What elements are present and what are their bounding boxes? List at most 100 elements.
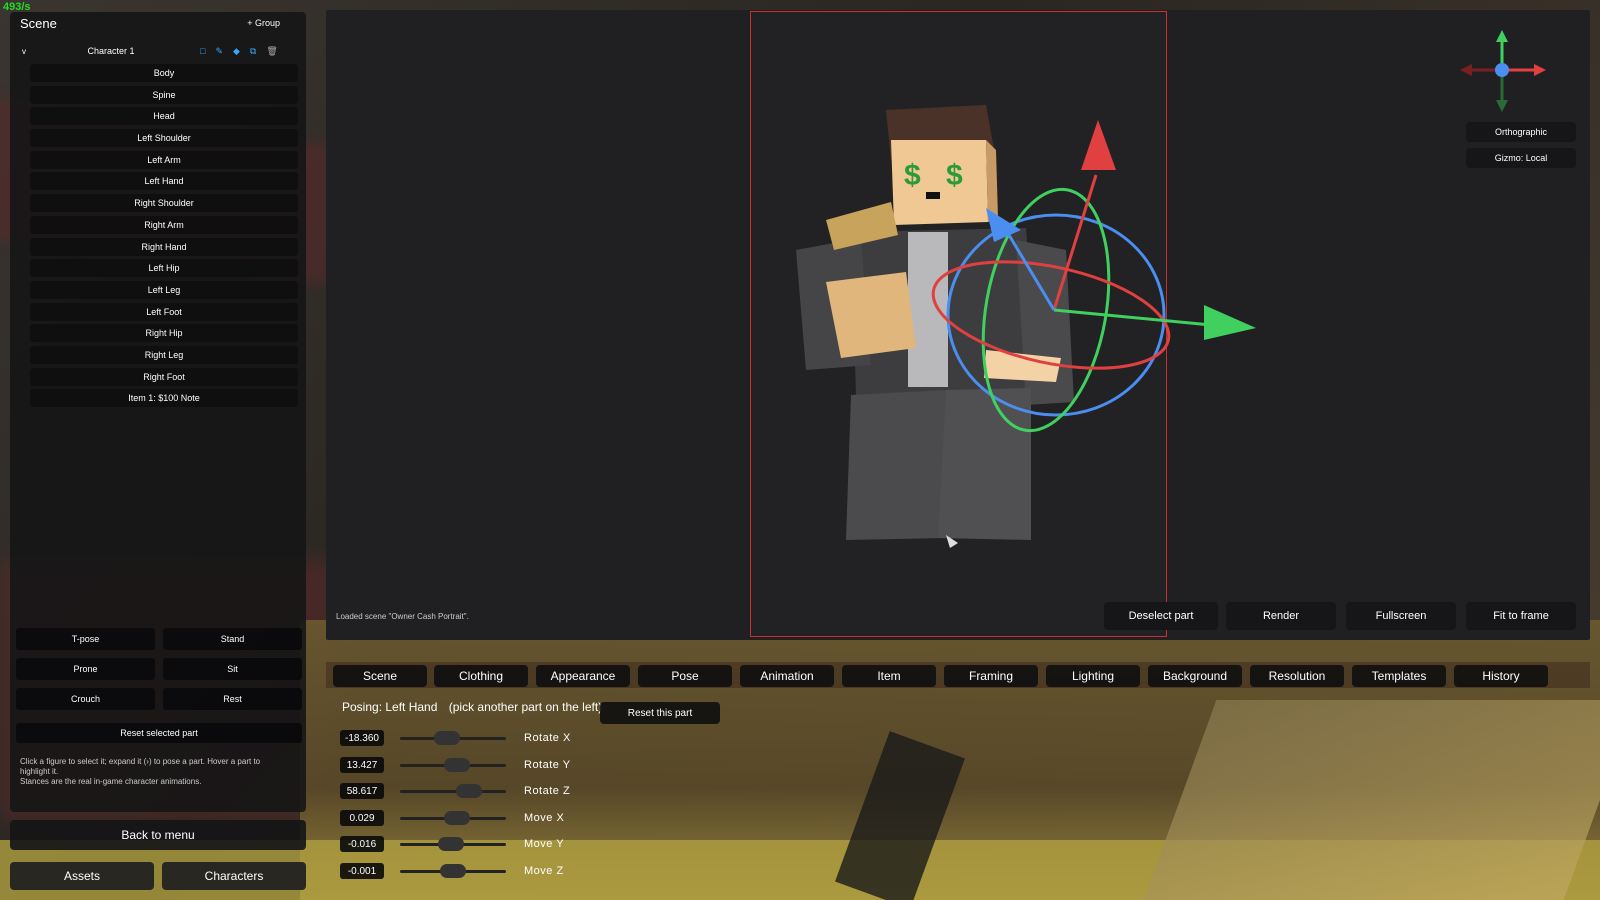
scene-panel-title: Scene <box>20 16 57 31</box>
tab-resolution[interactable]: Resolution <box>1250 665 1344 687</box>
slider-thumb[interactable] <box>456 783 482 798</box>
characters-tab[interactable]: Characters <box>162 862 306 890</box>
part-item[interactable]: Left Hip <box>30 259 298 278</box>
tab-scene[interactable]: Scene <box>333 665 427 687</box>
value-field[interactable]: 58.617 <box>340 783 384 799</box>
slider-label: Move X <box>524 812 565 824</box>
part-item[interactable]: Item 1: $100 Note <box>30 389 298 408</box>
orthographic-toggle[interactable]: Orthographic <box>1466 122 1576 142</box>
lock-icon[interactable]: □ <box>200 46 205 57</box>
slider-thumb[interactable] <box>440 863 466 878</box>
svg-text:$: $ <box>946 159 963 192</box>
part-item[interactable]: Left Foot <box>30 302 298 321</box>
back-to-menu-button[interactable]: Back to menu <box>10 820 306 850</box>
slider-thumb[interactable] <box>444 810 470 825</box>
part-item[interactable]: Left Leg <box>30 280 298 299</box>
part-item[interactable]: Head <box>30 107 298 126</box>
tab-clothing[interactable]: Clothing <box>434 665 528 687</box>
gizmo-space-toggle[interactable]: Gizmo: Local <box>1466 148 1576 168</box>
render-button[interactable]: Render <box>1226 602 1336 630</box>
slider-track[interactable] <box>400 836 506 851</box>
expand-chevron-icon[interactable]: v <box>22 47 36 56</box>
value-field[interactable]: -0.001 <box>340 863 384 879</box>
assets-tab[interactable]: Assets <box>10 862 154 890</box>
slider-rotate-x: -18.360 Rotate X <box>340 729 571 747</box>
tab-framing[interactable]: Framing <box>944 665 1038 687</box>
slider-track[interactable] <box>400 783 506 798</box>
slider-move-x: 0.029 Move X <box>340 809 564 827</box>
tab-lighting[interactable]: Lighting <box>1046 665 1140 687</box>
help-line: Click a figure to select it; expand it (… <box>20 757 261 776</box>
tab-animation[interactable]: Animation <box>740 665 834 687</box>
fit-to-frame-button[interactable]: Fit to frame <box>1466 602 1576 630</box>
posing-hint: (pick another part on the left) <box>448 700 603 714</box>
part-item[interactable]: Body <box>30 64 298 82</box>
posing-header: Posing: Left Hand (pick another part on … <box>342 700 602 714</box>
slider-move-z: -0.001 Move Z <box>340 862 564 880</box>
posing-part-label: Posing: Left Hand <box>342 700 438 714</box>
slider-thumb[interactable] <box>438 836 464 851</box>
part-item[interactable]: Right Hand <box>30 237 298 256</box>
character-figure: $ $ <box>796 105 1074 540</box>
edit-icon[interactable]: ✎ <box>215 46 223 57</box>
help-text: Click a figure to select it; expand it (… <box>20 757 290 787</box>
scene-panel: Scene + Group v Character 1 □ ✎ ◆ ⧉ 🗑 Bo… <box>10 12 306 812</box>
value-field[interactable]: 13.427 <box>340 757 384 773</box>
slider-label: Rotate Z <box>524 785 571 797</box>
slider-track[interactable] <box>400 757 506 772</box>
tab-background[interactable]: Background <box>1148 665 1242 687</box>
slider-track[interactable] <box>400 863 506 878</box>
part-item[interactable]: Right Shoulder <box>30 194 298 213</box>
stance-sit-button[interactable]: Sit <box>163 658 302 680</box>
slider-rotate-z: 58.617 Rotate Z <box>340 782 570 800</box>
slider-label: Move Z <box>524 865 564 877</box>
reset-this-part-button[interactable]: Reset this part <box>600 702 720 724</box>
part-item[interactable]: Right Foot <box>30 367 298 386</box>
delete-icon[interactable]: 🗑 <box>266 46 277 57</box>
tab-appearance[interactable]: Appearance <box>536 665 630 687</box>
stance-rest-button[interactable]: Rest <box>163 688 302 710</box>
stance-buttons: T-pose Stand Prone Sit Crouch Rest <box>16 628 302 710</box>
part-item[interactable]: Left Shoulder <box>30 129 298 148</box>
character-name: Character 1 <box>87 46 135 56</box>
tab-templates[interactable]: Templates <box>1352 665 1446 687</box>
slider-track[interactable] <box>400 730 506 745</box>
slider-rotate-y: 13.427 Rotate Y <box>340 756 571 774</box>
value-field[interactable]: -18.360 <box>340 730 384 746</box>
part-item[interactable]: Left Hand <box>30 172 298 191</box>
part-item[interactable]: Spine <box>30 85 298 104</box>
value-field[interactable]: -0.016 <box>340 836 384 852</box>
slider-thumb[interactable] <box>434 730 460 745</box>
reset-selected-part-button[interactable]: Reset selected part <box>16 723 302 743</box>
slider-move-y: -0.016 Move Y <box>340 835 564 853</box>
tab-history[interactable]: History <box>1454 665 1548 687</box>
svg-text:$: $ <box>904 159 921 192</box>
stance-stand-button[interactable]: Stand <box>163 628 302 650</box>
value-field[interactable]: 0.029 <box>340 810 384 826</box>
slider-label: Rotate Y <box>524 759 571 771</box>
duplicate-icon[interactable]: ⧉ <box>250 46 256 57</box>
character-render: $ $ <box>796 30 1546 548</box>
stance-prone-button[interactable]: Prone <box>16 658 155 680</box>
status-message: Loaded scene "Owner Cash Portrait". <box>336 612 469 621</box>
slider-thumb[interactable] <box>444 757 470 772</box>
stance-crouch-button[interactable]: Crouch <box>16 688 155 710</box>
fullscreen-button[interactable]: Fullscreen <box>1346 602 1456 630</box>
deselect-part-button[interactable]: Deselect part <box>1104 602 1218 630</box>
tab-item[interactable]: Item <box>842 665 936 687</box>
part-item[interactable]: Right Arm <box>30 215 298 234</box>
slider-label: Move Y <box>524 838 565 850</box>
visibility-icon[interactable]: ◆ <box>233 46 240 57</box>
tab-pose[interactable]: Pose <box>638 665 732 687</box>
axis-orientation-widget <box>1460 30 1546 112</box>
stance-tpose-button[interactable]: T-pose <box>16 628 155 650</box>
help-line: Stances are the real in-game character a… <box>20 777 202 786</box>
slider-track[interactable] <box>400 810 506 825</box>
part-item[interactable]: Right Leg <box>30 345 298 364</box>
character-row[interactable]: v Character 1 □ ✎ ◆ ⧉ 🗑 <box>22 42 294 60</box>
3d-viewport[interactable]: $ $ Orthographic Gizmo: Local Loaded sce… <box>326 10 1590 640</box>
add-group-button[interactable]: + Group <box>247 18 280 28</box>
part-list: Body Spine Head Left Shoulder Left Arm L… <box>30 64 298 411</box>
part-item[interactable]: Right Hip <box>30 324 298 343</box>
part-item[interactable]: Left Arm <box>30 150 298 169</box>
